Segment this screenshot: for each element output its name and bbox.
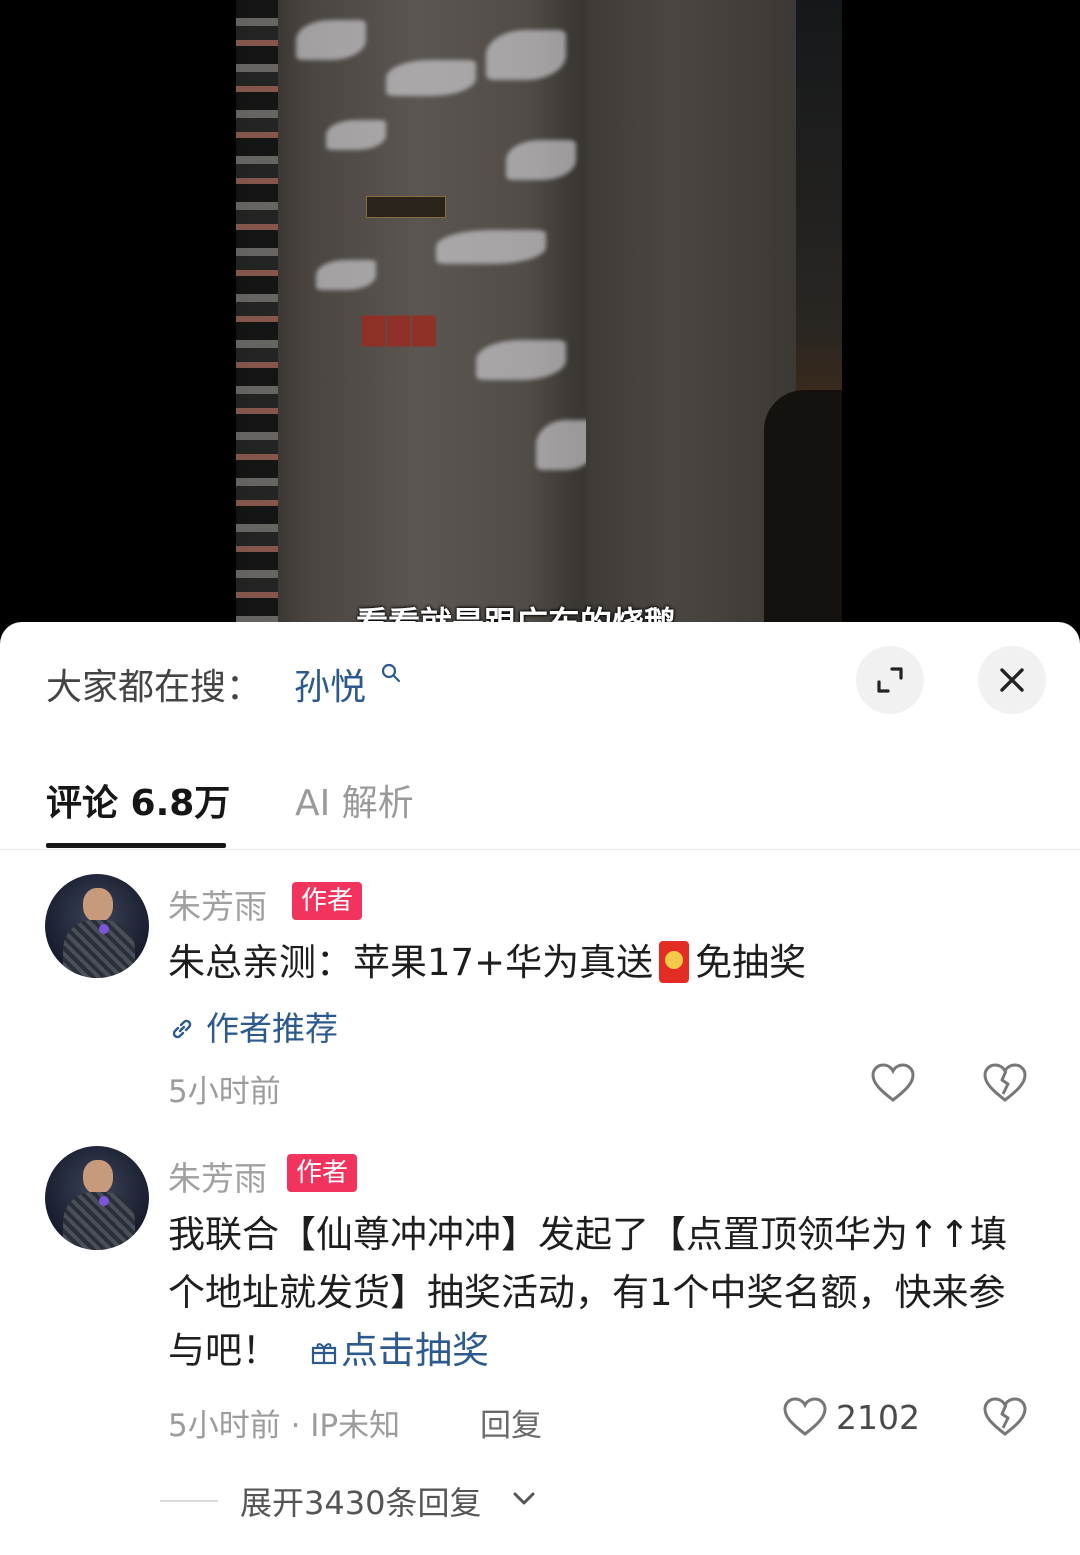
comment-text: 朱总亲测：苹果17+华为真送 免抽奖 — [168, 934, 1028, 992]
reply-button[interactable]: 回复 — [480, 1400, 542, 1445]
like-icon[interactable] — [782, 1396, 828, 1438]
video-frame: ▇▇▇ 看看就是跟广东的烧鹅 — [236, 0, 842, 660]
video-player[interactable]: ▇▇▇ 看看就是跟广东的烧鹅 — [0, 0, 1080, 660]
lottery-link-label: 点击抽奖 — [341, 1329, 489, 1372]
expand-button[interactable] — [856, 646, 924, 714]
author-recommend-link[interactable]: 作者推荐 — [168, 1002, 338, 1050]
red-packet-icon — [659, 941, 690, 983]
light-pattern — [476, 340, 566, 380]
person-silhouette — [764, 390, 842, 660]
comment-text-body: 我联合【仙尊冲冲冲】发起了【点置顶领华为↑↑填个地址就发货】抽奖活动，有1个中奖… — [168, 1213, 1008, 1372]
tab-bar: 评论 6.8万 AI 解析 — [0, 740, 1080, 850]
like-count: 2102 — [836, 1398, 920, 1437]
wall-sign: ▇▇▇ — [362, 312, 438, 347]
comment-sheet: 大家都在搜： 孙悦 评论 6.8万 AI 解析 朱芳雨 作者 朱总亲测：苹果17… — [0, 622, 1080, 1555]
wall-plate — [366, 196, 446, 218]
light-pattern — [316, 260, 376, 290]
gift-icon — [311, 1343, 337, 1365]
comment-time: 5小时前 · IP未知 — [168, 1408, 401, 1444]
light-pattern — [326, 120, 386, 150]
author-badge: 作者 — [292, 882, 363, 920]
chevron-down-icon — [513, 1492, 535, 1505]
close-icon — [1000, 668, 1024, 692]
divider — [160, 1500, 218, 1502]
trending-search-term[interactable]: 孙悦 — [294, 658, 366, 710]
comment-text-part: 免抽奖 — [695, 941, 807, 984]
comment-author[interactable]: 朱芳雨 — [168, 880, 267, 928]
light-pattern — [506, 140, 576, 180]
light-pattern — [386, 60, 476, 96]
link-icon — [172, 1019, 192, 1039]
light-pattern — [296, 20, 366, 60]
light-pattern — [486, 30, 566, 80]
author-recommend-label: 作者推荐 — [206, 1009, 338, 1048]
lottery-link[interactable]: 点击抽奖 — [309, 1329, 489, 1372]
comment-author[interactable]: 朱芳雨 — [168, 1152, 267, 1200]
like-icon[interactable] — [870, 1062, 916, 1104]
comment-text: 我联合【仙尊冲冲冲】发起了【点置顶领华为↑↑填个地址就发货】抽奖活动，有1个中奖… — [168, 1206, 1018, 1380]
search-icon[interactable] — [380, 662, 402, 684]
expand-replies-label: 展开3430条回复 — [240, 1484, 482, 1522]
trending-search-prefix: 大家都在搜： — [46, 667, 263, 708]
active-tab-indicator — [46, 843, 226, 848]
tab-comments[interactable]: 评论 6.8万 — [46, 774, 230, 826]
avatar[interactable] — [45, 874, 149, 978]
tab-ai-analysis[interactable]: AI 解析 — [295, 774, 414, 826]
light-pattern — [436, 230, 546, 264]
author-badge: 作者 — [287, 1154, 358, 1192]
trending-search-bar: 大家都在搜： 孙悦 — [0, 622, 1080, 740]
expand-icon — [877, 667, 903, 693]
decor-strip — [236, 0, 278, 660]
dislike-icon[interactable] — [982, 1396, 1028, 1438]
comment-text-part: 朱总亲测：苹果17+华为真送 — [168, 941, 654, 984]
close-button[interactable] — [978, 646, 1046, 714]
avatar[interactable] — [45, 1146, 149, 1250]
comment-time: 5小时前 — [168, 1074, 281, 1110]
dislike-icon[interactable] — [982, 1062, 1028, 1104]
